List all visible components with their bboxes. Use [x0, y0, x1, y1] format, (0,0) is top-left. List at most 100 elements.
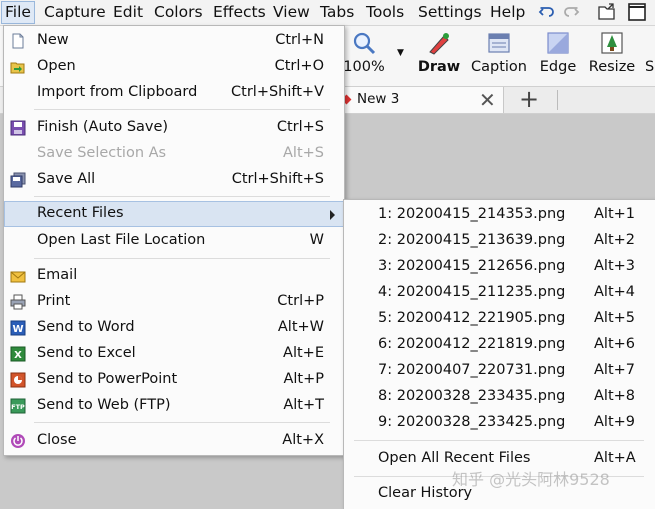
recent-file-item[interactable]: 2: 20200415_213639.png Alt+2 — [344, 228, 655, 254]
edge-icon — [547, 32, 569, 54]
menu-item-shortcut: Alt+T — [283, 397, 324, 413]
menu-file[interactable]: File — [1, 1, 35, 24]
save-icon — [10, 120, 26, 136]
menu-tools[interactable]: Tools — [363, 2, 407, 23]
menu-item-finish-auto-save[interactable]: Finish (Auto Save) Ctrl+S — [4, 115, 344, 141]
recent-file-shortcut: Alt+1 — [594, 206, 636, 222]
menu-bar: File Capture Edit Colors Effects View Ta… — [0, 0, 655, 26]
recent-file-item[interactable]: 3: 20200415_212656.png Alt+3 — [344, 254, 655, 280]
recent-file-shortcut: Alt+6 — [594, 336, 636, 352]
recent-file-shortcut: Alt+4 — [594, 284, 636, 300]
resize-label: Resize — [588, 59, 636, 75]
menu-item-save-all[interactable]: Save All Ctrl+Shift+S — [4, 167, 344, 193]
save-all-icon — [10, 172, 26, 188]
open-all-shortcut: Alt+A — [594, 450, 636, 466]
menu-item-recent-files[interactable]: Recent Files — [4, 201, 344, 227]
recent-file-item[interactable]: 6: 20200412_221819.png Alt+6 — [344, 332, 655, 358]
menu-item-open[interactable]: Open Ctrl+O — [4, 54, 344, 80]
recent-file-item[interactable]: 9: 20200328_233425.png Alt+9 — [344, 410, 655, 436]
menu-item-shortcut: Ctrl+N — [275, 32, 324, 48]
maximize-icon[interactable] — [627, 2, 647, 22]
caption-button[interactable]: Caption — [469, 30, 529, 75]
recent-file-item[interactable]: 4: 20200415_211235.png Alt+4 — [344, 280, 655, 306]
caption-icon — [488, 33, 510, 53]
zoom-level: 100% — [343, 59, 385, 75]
menu-item-label: Email — [37, 267, 78, 283]
menu-item-shortcut: Ctrl+S — [276, 119, 324, 135]
menu-item-email[interactable]: Email — [4, 263, 344, 289]
menu-settings[interactable]: Settings — [415, 2, 485, 23]
menu-item-send-to-excel[interactable]: X Send to Excel Alt+E — [4, 341, 344, 367]
draw-icon — [429, 33, 449, 55]
edge-button[interactable]: Edge — [536, 30, 580, 75]
ftp-icon: FTP — [10, 398, 26, 414]
recent-file-label: 5: 20200412_221905.png — [378, 310, 566, 326]
recent-file-item[interactable]: 7: 20200407_220731.png Alt+7 — [344, 358, 655, 384]
recent-file-label: 2: 20200415_213639.png — [378, 232, 566, 248]
menu-item-close[interactable]: Close Alt+X — [4, 428, 344, 454]
draw-button[interactable]: Draw — [415, 30, 463, 75]
resize-button[interactable]: Resize — [587, 30, 637, 75]
open-icon — [10, 62, 25, 74]
menu-item-label: Open Last File Location — [37, 232, 206, 248]
menu-view[interactable]: View — [270, 2, 313, 23]
recent-file-item[interactable]: 1: 20200415_214353.png Alt+1 — [344, 202, 655, 228]
zoom-icon — [353, 32, 376, 55]
recent-file-shortcut: Alt+7 — [594, 362, 636, 378]
menu-item-send-to-word[interactable]: W Send to Word Alt+W — [4, 315, 344, 341]
recent-file-shortcut: Alt+3 — [594, 258, 636, 274]
menu-item-shortcut: Ctrl+Shift+S — [231, 171, 324, 187]
resize-icon — [601, 32, 623, 54]
redo-icon[interactable] — [562, 3, 580, 21]
recent-file-item[interactable]: 8: 20200328_233435.png Alt+8 — [344, 384, 655, 410]
menu-tabs[interactable]: Tabs — [317, 2, 357, 23]
recent-file-shortcut: Alt+8 — [594, 388, 636, 404]
close-tab-icon[interactable]: ✕ — [479, 88, 496, 112]
recent-file-item[interactable]: 5: 20200412_221905.png Alt+5 — [344, 306, 655, 332]
menu-item-label: New — [37, 32, 69, 48]
menu-item-shortcut: Alt+W — [277, 319, 324, 335]
menu-item-import-clipboard[interactable]: Import from Clipboard Ctrl+Shift+V — [4, 80, 344, 106]
menu-item-new[interactable]: New Ctrl+N — [4, 28, 344, 54]
tab-title: New 3 — [357, 91, 400, 107]
menu-item-shortcut: Ctrl+Shift+V — [231, 84, 324, 100]
menu-item-label: Print — [37, 293, 71, 309]
menu-help[interactable]: Help — [487, 2, 528, 23]
submenu-arrow-icon — [330, 210, 335, 220]
menu-item-label: Open — [37, 58, 76, 74]
menu-item-label: Send to PowerPoint — [37, 371, 178, 387]
menu-item-label: Import from Clipboard — [37, 84, 198, 100]
draw-label: Draw — [417, 59, 461, 75]
tab-new-3[interactable]: New 3 ✕ — [341, 87, 504, 113]
recent-file-label: 1: 20200415_214353.png — [378, 206, 566, 222]
menu-item-label: Send to Word — [37, 319, 135, 335]
menu-item-shortcut: Alt+X — [282, 432, 324, 448]
toolbar-overflow-button[interactable]: S — [645, 30, 655, 75]
menu-capture[interactable]: Capture — [41, 2, 109, 23]
menu-item-shortcut: Alt+S — [283, 145, 324, 161]
menu-item-send-to-powerpoint[interactable]: Send to PowerPoint Alt+P — [4, 367, 344, 393]
recent-file-label: 3: 20200415_212656.png — [378, 258, 566, 274]
new-tab-button[interactable]: + — [519, 85, 539, 113]
menu-item-label: Save All — [37, 171, 96, 187]
recent-file-shortcut: Alt+5 — [594, 310, 636, 326]
undo-icon[interactable] — [538, 3, 556, 21]
close-power-icon — [11, 434, 25, 448]
open-folder-icon[interactable] — [597, 2, 617, 22]
tab-divider — [557, 90, 558, 110]
recent-file-label: 8: 20200328_233435.png — [378, 388, 566, 404]
file-menu: New Ctrl+N Open Ctrl+O Import from Clipb… — [3, 25, 345, 456]
zoom-dropdown-icon[interactable]: ▼ — [397, 48, 404, 58]
menu-colors[interactable]: Colors — [151, 2, 206, 23]
menu-item-label: Recent Files — [37, 205, 124, 221]
menu-separator — [34, 258, 330, 259]
zoom-button[interactable]: 100% — [343, 30, 385, 75]
menu-item-open-last-file-location[interactable]: Open Last File Location W — [4, 228, 344, 254]
menu-item-print[interactable]: Print Ctrl+P — [4, 289, 344, 315]
menu-item-send-to-web-ftp[interactable]: FTP Send to Web (FTP) Alt+T — [4, 393, 344, 419]
menu-edit[interactable]: Edit — [110, 2, 146, 23]
menu-item-label: Finish (Auto Save) — [37, 119, 169, 135]
powerpoint-icon — [10, 372, 26, 388]
caption-label: Caption — [471, 59, 527, 75]
menu-effects[interactable]: Effects — [210, 2, 269, 23]
